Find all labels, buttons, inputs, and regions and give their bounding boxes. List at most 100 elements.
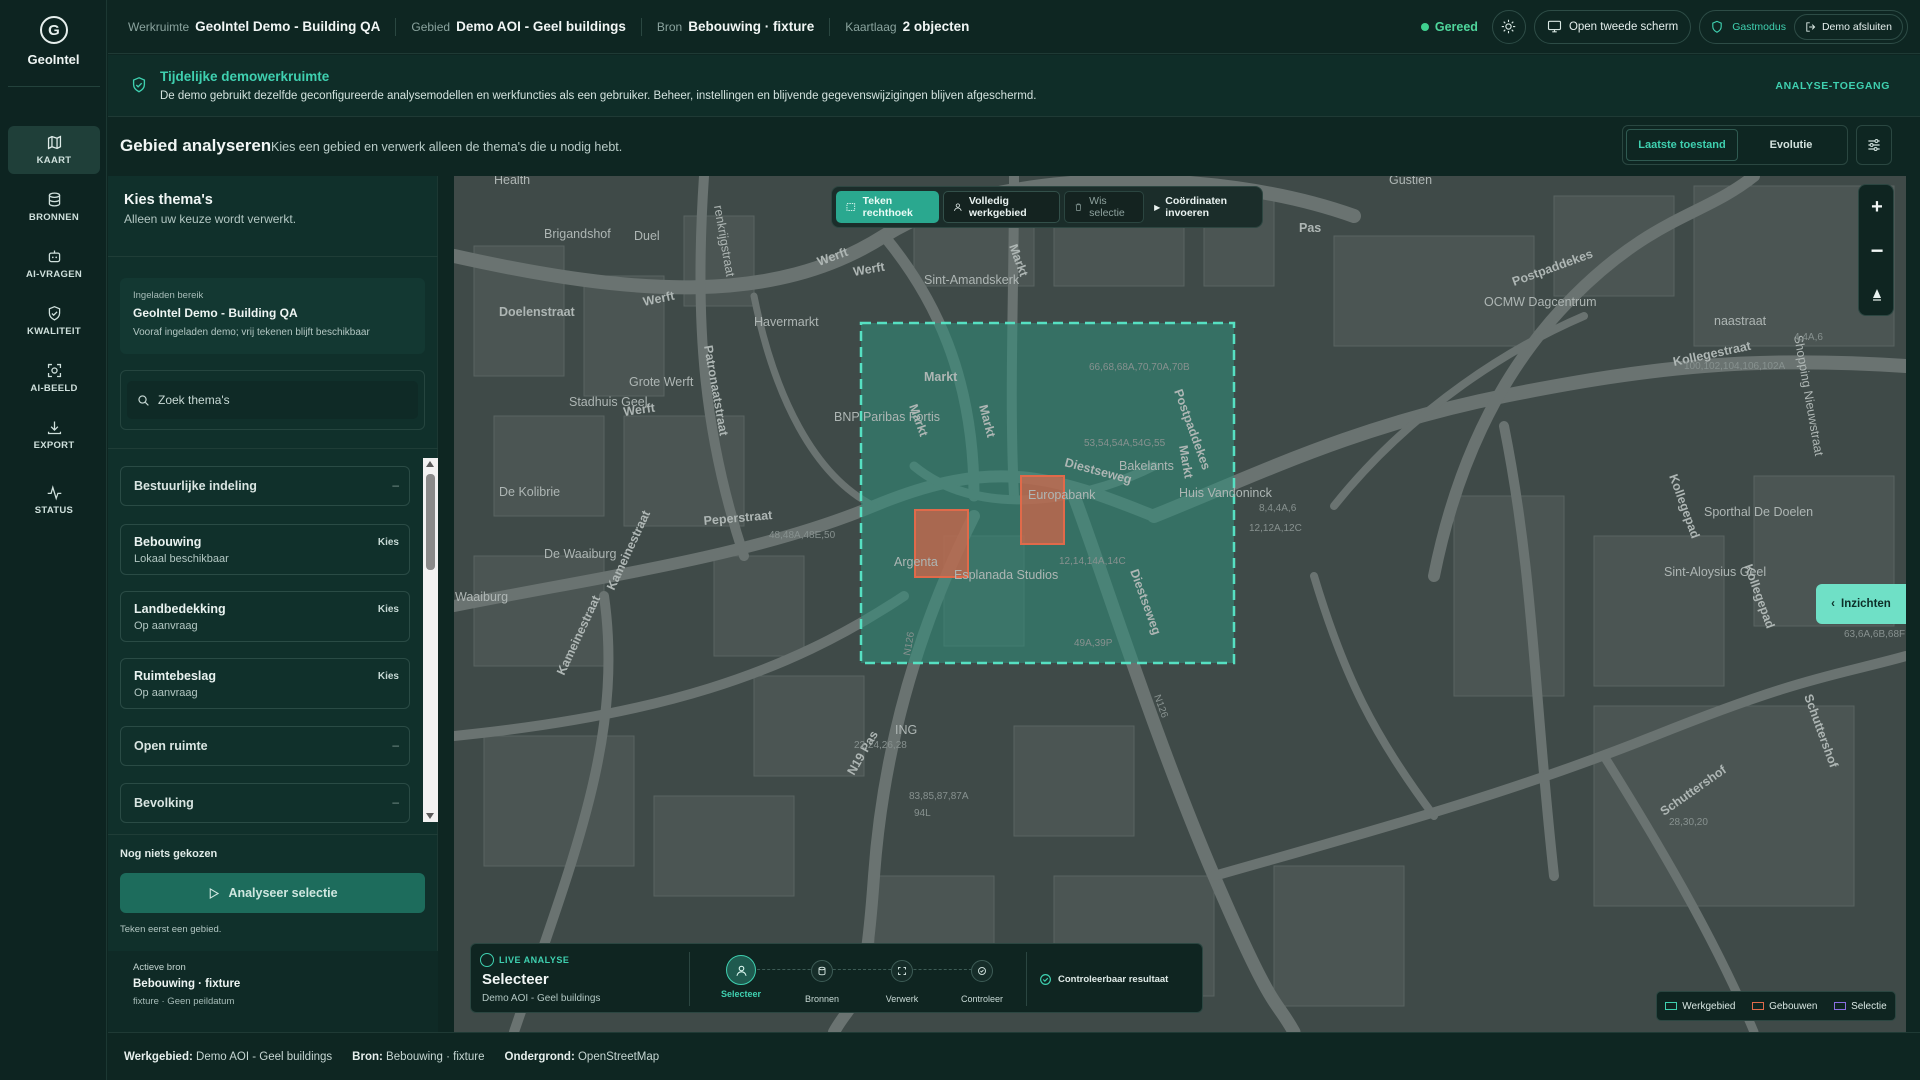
selection-hint: Teken eerst een gebied.: [120, 924, 222, 935]
building-footprint: [1020, 475, 1065, 545]
map-street-label: Health: [494, 176, 530, 187]
map-street-label: Brigandshof: [544, 227, 611, 241]
page-title: Gebied analyseren: [120, 136, 272, 155]
play-icon: [210, 887, 220, 899]
zoom-out-button[interactable]: −: [1859, 231, 1895, 271]
map-street-label: Argenta: [894, 555, 938, 569]
full-work-area-button[interactable]: Volledig werkgebied: [943, 191, 1061, 223]
theme-item[interactable]: Bebouwing Lokaal beschikbaar Kies: [120, 524, 410, 575]
map-street-label: Sint-Amandskerk: [924, 273, 1020, 287]
analyse-selection-label: Analyseer selectie: [228, 886, 338, 900]
rail-label: AI-VRAGEN: [25, 269, 82, 280]
status-text: Gereed: [1434, 19, 1478, 34]
crumb-area[interactable]: Gebied Demo AOI - Geel buildings: [396, 17, 642, 36]
crumb-key: Werkruimte: [128, 19, 190, 34]
analyse-selection-button[interactable]: Analyseer selectie: [120, 873, 425, 913]
crumb-value: Demo AOI - Geel buildings: [456, 19, 626, 34]
theme-choose-button[interactable]: Kies: [378, 537, 399, 548]
insights-label: Inzichten: [1841, 598, 1891, 610]
map-street-label: Europabank: [1028, 488, 1096, 502]
reset-north-button[interactable]: [1859, 275, 1895, 315]
live-dot-icon: [480, 953, 494, 967]
end-demo-button[interactable]: Demo afsluiten: [1793, 13, 1903, 40]
crumb-source[interactable]: Bron Bebouwing · fixture: [642, 17, 831, 36]
themes-scrollbar[interactable]: [423, 458, 438, 822]
zoom-in-button[interactable]: +: [1859, 187, 1895, 227]
map-canvas[interactable]: BrigandshofWerftWerftWerftWerftMarktMark…: [454, 176, 1906, 1032]
map-street-label: 49A,39P: [1074, 638, 1113, 649]
scrollbar-thumb[interactable]: [426, 474, 435, 570]
active-source-section: Actieve bron Bebouwing · fixture fixture…: [108, 951, 438, 1032]
demo-banner: Tijdelijke demowerkruimte De demo gebrui…: [108, 55, 1920, 117]
map-view[interactable]: Brigandshof Werft Werft Werft Werft Markt Mark…: [454, 176, 1906, 1032]
theme-toggle-button[interactable]: [1491, 9, 1526, 44]
map-street-label: Sporthal De Doelen: [1704, 505, 1813, 519]
rail-item-status[interactable]: STATUS: [8, 476, 100, 524]
rail-item-ai-beeld[interactable]: AI-BEELD: [8, 354, 100, 402]
loaded-range-label: Ingeladen bereik: [133, 290, 204, 301]
guest-mode-group: Gastmodus Demo afsluiten: [1699, 9, 1908, 44]
map-street-label: 12,14,14A,14C: [1059, 556, 1126, 567]
step-select-icon[interactable]: [726, 955, 756, 985]
rail-item-bronnen[interactable]: BRONNEN: [8, 183, 100, 231]
active-source-meta: fixture · Geen peildatum: [133, 996, 235, 1007]
legend-item: Gebouwen: [1752, 1001, 1817, 1012]
theme-title: Bestuurlijke indeling: [134, 479, 257, 493]
map-street-label: 53,54,54A,54G,55: [1084, 438, 1166, 449]
map-street-label: Pas: [1299, 221, 1321, 235]
theme-title: Bebouwing: [134, 535, 202, 549]
insights-tab[interactable]: ‹ Inzichten: [1816, 584, 1906, 624]
theme-choose-button[interactable]: Kies: [378, 604, 399, 615]
verifiable-result-label: Controleerbaar resultaat: [1058, 974, 1169, 985]
footer-key: Bron:: [352, 1050, 383, 1063]
legend-item: Selectie: [1834, 1001, 1887, 1012]
enter-coordinates-button[interactable]: ▶ Coördinaten invoeren: [1148, 191, 1258, 223]
analysis-access-link[interactable]: ANALYSE-TOEGANG: [1775, 80, 1890, 92]
rail-label: BRONNEN: [28, 212, 80, 223]
themes-list: Bestuurlijke indeling – Bebouwing Lokaal…: [108, 458, 438, 998]
crumb-value: GeoIntel Demo - Building QA: [195, 19, 381, 34]
filter-settings-button[interactable]: [1856, 125, 1892, 165]
map-street-label: De Kolibrie: [499, 485, 560, 499]
step-sources-icon[interactable]: [811, 960, 833, 982]
theme-item[interactable]: Open ruimte –: [120, 726, 410, 766]
map-street-label: OCMW Dagcentrum: [1484, 295, 1597, 309]
rail-item-kwaliteit[interactable]: KWALITEIT: [8, 297, 100, 345]
step-check-icon[interactable]: [971, 960, 993, 982]
rail-item-kaart[interactable]: KAART: [8, 126, 100, 174]
theme-item[interactable]: Landbedekking Op aanvraag Kies: [120, 591, 410, 642]
full-work-area-label: Volledig werkgebied: [968, 195, 1027, 219]
crumb-layer[interactable]: Kaartlaag 2 objecten: [830, 18, 984, 36]
theme-item[interactable]: Bestuurlijke indeling –: [120, 466, 410, 506]
theme-item[interactable]: Bevolking –: [120, 783, 410, 823]
map-street-label: 8,4,4A,6: [1259, 503, 1297, 514]
footer-item: Bron: Bebouwing · fixture: [352, 1051, 484, 1063]
open-second-screen-button[interactable]: Open tweede scherm: [1533, 9, 1692, 44]
top-bar: Werkruimte GeoIntel Demo - Building QA G…: [108, 0, 1920, 54]
step-process-icon[interactable]: [891, 960, 913, 982]
crumb-workspace[interactable]: Werkruimte GeoIntel Demo - Building QA: [108, 17, 397, 36]
app-name: GeoIntel: [27, 52, 80, 67]
scroll-down-icon[interactable]: [426, 813, 434, 819]
theme-choose-button[interactable]: Kies: [378, 671, 399, 682]
theme-title: Bevolking: [134, 796, 194, 810]
search-input[interactable]: Zoek thema's: [127, 381, 418, 419]
draw-rectangle-button[interactable]: Teken rechthoek: [836, 191, 940, 223]
scroll-up-icon[interactable]: [426, 461, 434, 467]
rail-item-ai-vragen[interactable]: AI-VRAGEN: [8, 240, 100, 288]
theme-item[interactable]: Ruimtebeslag Op aanvraag Kies: [120, 658, 410, 709]
map-street-label: 94L: [914, 808, 931, 819]
rail-item-export[interactable]: EXPORT: [8, 411, 100, 459]
draw-rectangle-label: Teken rechthoek: [862, 195, 913, 219]
guest-mode-label: Gastmodus: [1732, 20, 1786, 33]
rail-label: KWALITEIT: [27, 326, 81, 337]
tab-evolution[interactable]: Evolutie: [1738, 139, 1844, 151]
loaded-range-name: GeoIntel Demo - Building QA: [133, 306, 298, 320]
tab-latest-state[interactable]: Laatste toestand: [1626, 129, 1738, 161]
map-street-label: Doelenstraat: [499, 305, 576, 319]
theme-action: –: [392, 795, 399, 809]
geointel-logo-icon[interactable]: G: [40, 16, 68, 44]
nav-rail: G GeoIntel KAART BRONNEN AI-VRAGEN KWALI…: [0, 0, 107, 1080]
shield-check-icon: [132, 77, 146, 93]
clear-selection-button[interactable]: Wis selectie: [1064, 191, 1145, 223]
